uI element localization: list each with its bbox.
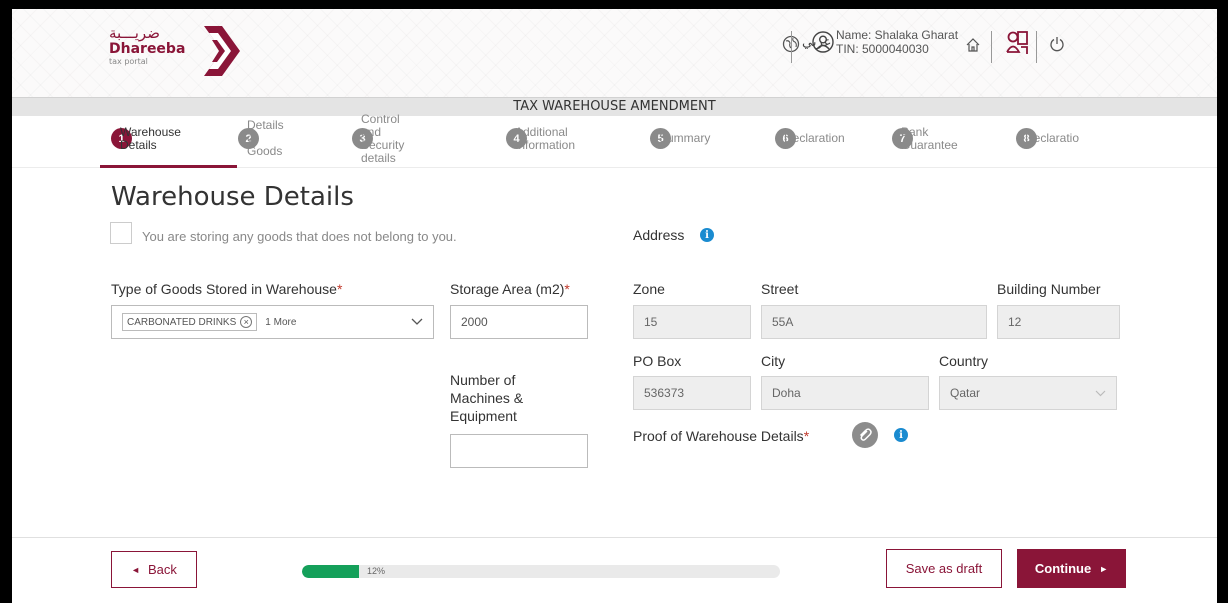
- chevron-down-icon: [1095, 390, 1106, 397]
- step-declaration-final[interactable]: 8 Declaratio: [1016, 128, 1079, 149]
- continue-button[interactable]: Continue ►: [1017, 549, 1126, 588]
- street-field[interactable]: 55A: [761, 305, 987, 339]
- city-field[interactable]: Doha: [761, 376, 929, 410]
- logo-subtitle: tax portal: [109, 57, 148, 66]
- city-label: City: [761, 353, 786, 369]
- header-divider: [991, 31, 992, 63]
- goods-chip-label: CARBONATED DRINKS: [127, 316, 237, 328]
- power-icon[interactable]: [1049, 36, 1065, 52]
- app-frame: ضريـــبة Dhareeba tax portal عربي Name: …: [12, 9, 1217, 603]
- dhareeba-logo-icon: [204, 26, 240, 76]
- goods-more-count: 1 More: [265, 316, 297, 328]
- logo-name: Dhareeba: [109, 41, 186, 57]
- goods-chip: CARBONATED DRINKS ×: [122, 313, 258, 331]
- step-label: Additional Information: [515, 124, 576, 152]
- step-bank-guarantee[interactable]: 7 Bank Guarantee: [892, 125, 958, 151]
- step-label: Warehouse Details: [120, 124, 181, 152]
- page-title: Warehouse Details: [111, 182, 354, 212]
- step-warehouse-details[interactable]: 1 Warehouse Details: [111, 125, 181, 151]
- step-label: Declaratio: [1025, 131, 1080, 145]
- paperclip-icon: [859, 428, 872, 441]
- continue-arrow-icon: ►: [1099, 563, 1109, 574]
- page-header-title: TAX WAREHOUSE AMENDMENT: [12, 97, 1217, 116]
- step-label: Details of Goods: [247, 118, 284, 158]
- header-divider: [791, 31, 792, 63]
- building-number-field[interactable]: 12: [997, 305, 1120, 339]
- zone-label: Zone: [633, 281, 665, 297]
- active-step-indicator: [100, 165, 237, 168]
- user-icon[interactable]: [812, 31, 834, 53]
- user-tin: TIN: 5000040030: [836, 42, 929, 56]
- step-label: Control and Security details: [361, 111, 405, 165]
- building-number-label: Building Number: [997, 281, 1101, 297]
- required-mark: *: [564, 281, 570, 297]
- footer-divider: [12, 537, 1217, 538]
- storage-area-input[interactable]: 2000: [450, 305, 588, 339]
- street-label: Street: [761, 281, 799, 297]
- header-divider: [1036, 31, 1037, 63]
- proof-info-icon[interactable]: i: [894, 428, 908, 442]
- step-summary[interactable]: 5 Summary: [650, 128, 710, 149]
- logo[interactable]: ضريـــبة Dhareeba tax portal: [109, 25, 185, 67]
- address-heading: Address: [633, 227, 685, 243]
- po-box-field[interactable]: 536373: [633, 376, 751, 410]
- back-arrow-icon: ◄: [131, 564, 140, 575]
- zone-field[interactable]: 15: [633, 305, 751, 339]
- attach-file-button[interactable]: [852, 422, 878, 448]
- logo-arabic-text: ضريـــبة: [109, 24, 160, 42]
- po-box-label: PO Box: [633, 353, 682, 369]
- chip-remove-icon[interactable]: ×: [240, 316, 253, 328]
- back-button-label: Back: [148, 562, 177, 577]
- progress-label: 12%: [367, 566, 386, 576]
- machines-label: Number of Machines & Equipment: [450, 372, 524, 424]
- proof-label-text: Proof of Warehouse Details: [633, 428, 804, 444]
- country-select[interactable]: Qatar: [939, 376, 1117, 410]
- continue-button-label: Continue: [1034, 561, 1092, 576]
- machines-input[interactable]: [450, 434, 588, 468]
- storage-area-label: Storage Area (m2)*: [450, 281, 570, 297]
- back-button[interactable]: ◄ Back: [111, 551, 197, 588]
- header: ضريـــبة Dhareeba tax portal عربي Name: …: [12, 9, 1217, 97]
- step-additional-information[interactable]: 4 Additional Information: [506, 125, 575, 151]
- required-mark: *: [803, 428, 810, 444]
- country-label: Country: [939, 353, 989, 369]
- save-draft-button[interactable]: Save as draft: [886, 549, 1002, 588]
- storage-area-label-text: Storage Area (m2): [450, 281, 565, 297]
- goods-type-label-text: Type of Goods Stored in Warehouse: [111, 281, 337, 297]
- step-label: Bank Guarantee: [901, 124, 958, 152]
- required-mark: *: [336, 281, 343, 297]
- step-label: Summary: [659, 131, 711, 145]
- step-declaration[interactable]: 6 Declaration: [775, 128, 845, 149]
- step-control-security[interactable]: 3 Control and Security details: [352, 112, 404, 164]
- step-label: Declaration: [784, 131, 845, 145]
- home-icon[interactable]: [965, 37, 981, 53]
- not-owned-goods-checkbox[interactable]: [110, 222, 132, 244]
- country-value: Qatar: [950, 386, 981, 400]
- stepper: 1 Warehouse Details 2 Details of Goods 3…: [12, 112, 1217, 166]
- goods-type-label: Type of Goods Stored in Warehouse*: [111, 281, 342, 297]
- goods-type-select[interactable]: CARBONATED DRINKS × 1 More: [111, 305, 434, 339]
- org-chart-icon[interactable]: [1005, 30, 1029, 56]
- address-info-icon[interactable]: i: [700, 228, 714, 242]
- proof-label: Proof of Warehouse Details*: [633, 428, 809, 444]
- step-details-of-goods[interactable]: 2 Details of Goods: [238, 119, 284, 158]
- user-name: Name: Shalaka Gharat: [836, 28, 959, 42]
- not-owned-goods-label: You are storing any goods that does not …: [142, 229, 457, 244]
- chevron-down-icon: [411, 318, 423, 325]
- progress-fill: [302, 565, 360, 578]
- user-info: Name: Shalaka Gharat TIN: 5000040030: [836, 28, 958, 56]
